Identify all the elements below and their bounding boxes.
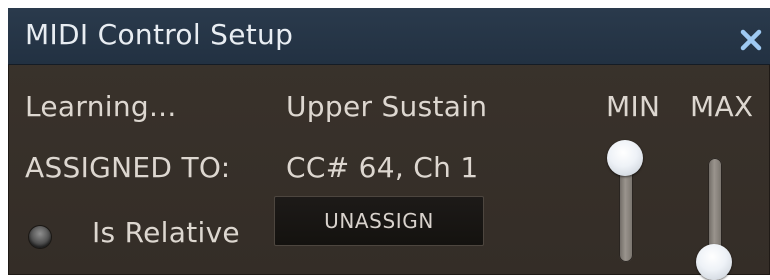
unassign-button-label: UNASSIGN [324,209,434,233]
parameter-name: Upper Sustain [286,90,488,123]
unassign-button[interactable]: UNASSIGN [274,196,484,246]
learning-status: Learning... [25,90,177,123]
min-label: MIN [606,90,661,123]
close-icon [740,29,762,51]
assigned-to-label: ASSIGNED TO: [25,151,231,184]
min-slider-knob[interactable] [607,140,643,176]
is-relative-led-toggle[interactable] [29,226,51,248]
assigned-value: CC# 64, Ch 1 [286,151,479,184]
max-label: MAX [690,90,754,123]
is-relative-label: Is Relative [92,216,240,249]
dialog-title: MIDI Control Setup [25,18,294,51]
midi-control-setup-dialog: MIDI Control Setup Learning... Upper Sus… [8,8,770,280]
close-button[interactable] [738,27,764,53]
title-bar: MIDI Control Setup [8,8,770,65]
